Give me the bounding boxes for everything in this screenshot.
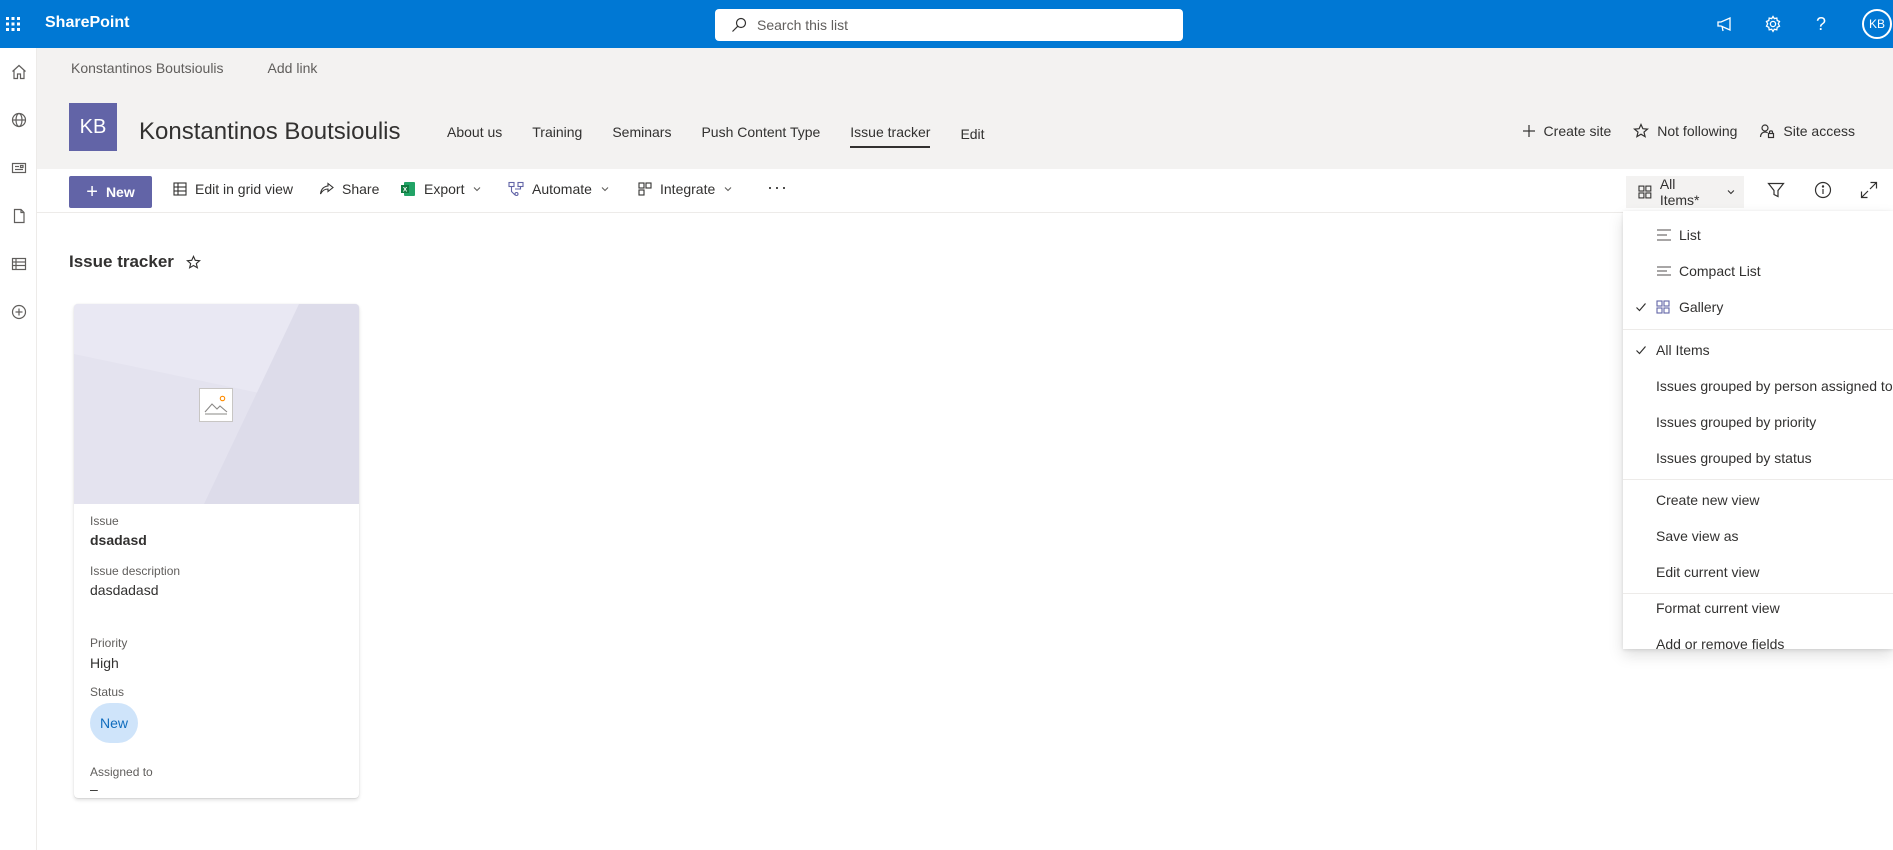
globe-icon[interactable] [0,96,37,144]
account-avatar[interactable]: KB [1845,0,1893,48]
checkmark-icon [1636,346,1646,355]
svg-text:X: X [403,187,408,194]
search-box[interactable] [715,9,1183,41]
image-placeholder-icon [199,388,233,422]
share-icon [319,182,334,195]
add-link-button[interactable]: Add link [268,60,318,76]
share-button[interactable]: Share [319,181,379,197]
automate-button[interactable]: Automate [508,181,610,197]
create-site-button[interactable]: Create site [1522,123,1611,139]
status-badge: New [90,703,138,743]
nav-seminars[interactable]: Seminars [612,124,671,148]
add-circle-icon[interactable] [0,288,37,336]
menu-item-save-view-as[interactable]: Save view as [1623,518,1893,554]
follow-button[interactable]: Not following [1633,123,1737,139]
field-value-issue[interactable]: dsadasd [90,532,340,548]
list-title: Issue tracker [69,252,201,272]
menu-item-list[interactable]: List [1623,217,1893,253]
gallery-icon [1656,300,1670,314]
help-icon[interactable]: ? [1797,0,1845,48]
news-icon[interactable] [0,144,37,192]
site-header: KB Konstantinos Boutsioulis About us Tra… [37,88,1893,169]
view-options-menu: List Compact List Gallery All Items Issu… [1623,211,1893,652]
suite-bar: SharePoint ? KB [0,0,1893,48]
menu-divider [1623,329,1893,330]
menu-item-compact-list[interactable]: Compact List [1623,253,1893,289]
gallery-card[interactable]: Issue dsadasd Issue description dasdadas… [74,304,359,798]
plus-icon: + [86,181,98,203]
menu-item-grouped-by-priority[interactable]: Issues grouped by priority [1623,404,1893,440]
lists-icon[interactable] [0,240,37,288]
sharepoint-brand[interactable]: SharePoint [45,14,129,32]
card-thumbnail [74,304,359,504]
people-lock-icon [1760,124,1775,139]
nav-edit[interactable]: Edit [960,126,984,148]
more-options-icon[interactable]: ··· [767,177,788,198]
megaphone-icon[interactable] [1701,0,1749,48]
field-label-description: Issue description [90,564,181,578]
menu-item-grouped-by-status[interactable]: Issues grouped by status [1623,440,1893,476]
field-value-description: dasdadasd [90,582,159,598]
menu-item-add-remove-fields[interactable]: Add or remove fields [1623,626,1893,662]
grid-icon [173,182,187,196]
menu-item-create-view[interactable]: Create new view [1623,482,1893,518]
suite-actions: ? KB [1701,0,1893,48]
chevron-down-icon [724,187,732,192]
export-button[interactable]: X Export [400,181,482,197]
hub-navigation: Konstantinos Boutsioulis Add link [37,48,1893,88]
site-actions: Create site Not following Site access [1500,123,1855,139]
home-icon[interactable] [0,48,37,96]
integrate-icon [638,182,652,196]
chevron-down-icon [601,187,609,192]
nav-push-content-type[interactable]: Push Content Type [701,124,820,148]
list-icon [1657,229,1671,241]
plus-icon [1522,125,1535,137]
integrate-button[interactable]: Integrate [638,181,733,197]
app-launcher-icon[interactable] [0,0,26,48]
menu-item-all-items[interactable]: All Items [1623,332,1893,368]
search-input[interactable] [757,17,1137,33]
fullscreen-icon[interactable] [1860,181,1878,204]
excel-icon: X [401,182,415,196]
site-access-button[interactable]: Site access [1759,123,1855,139]
menu-divider [1623,479,1893,480]
edit-grid-view-button[interactable]: Edit in grid view [173,181,293,197]
hub-link-home[interactable]: Konstantinos Boutsioulis [71,60,224,76]
filter-icon[interactable] [1767,181,1785,204]
favorite-star-icon[interactable] [185,254,201,270]
app-bar [0,48,37,850]
info-icon[interactable] [1814,181,1832,204]
view-selector-button[interactable]: All Items* [1626,176,1744,208]
field-label-assigned-to: Assigned to [90,765,153,779]
field-value-priority: High [90,655,119,671]
field-label-issue: Issue [90,514,119,528]
gear-icon[interactable] [1749,0,1797,48]
site-title[interactable]: Konstantinos Boutsioulis [139,118,401,146]
gallery-icon [1638,185,1652,199]
checkmark-icon [1636,303,1646,312]
card-body: Issue dsadasd Issue description dasdadas… [90,514,340,797]
field-label-priority: Priority [90,636,128,650]
field-label-status: Status [90,685,125,699]
menu-item-edit-view[interactable]: Edit current view [1623,554,1893,590]
automate-icon [508,181,524,197]
field-value-assigned-to: – [90,781,98,797]
star-icon [1633,123,1650,138]
nav-about-us[interactable]: About us [447,124,502,148]
menu-item-format-view[interactable]: Format current view [1623,590,1893,626]
site-nav: About us Training Seminars Push Content … [447,124,1015,148]
search-icon [732,17,747,32]
chevron-down-icon [474,187,481,192]
command-bar: + New Edit in grid view Share X Export A… [37,169,1893,213]
menu-item-gallery[interactable]: Gallery [1623,289,1893,325]
site-logo[interactable]: KB [69,103,117,151]
new-button[interactable]: + New [69,176,152,208]
menu-item-grouped-by-person[interactable]: Issues grouped by person assigned to [1623,368,1893,404]
chevron-down-icon [1727,190,1735,195]
nav-issue-tracker[interactable]: Issue tracker [850,124,931,148]
nav-training[interactable]: Training [532,124,582,148]
document-icon[interactable] [0,192,37,240]
avatar: KB [1862,9,1892,39]
compact-list-icon [1657,266,1671,276]
